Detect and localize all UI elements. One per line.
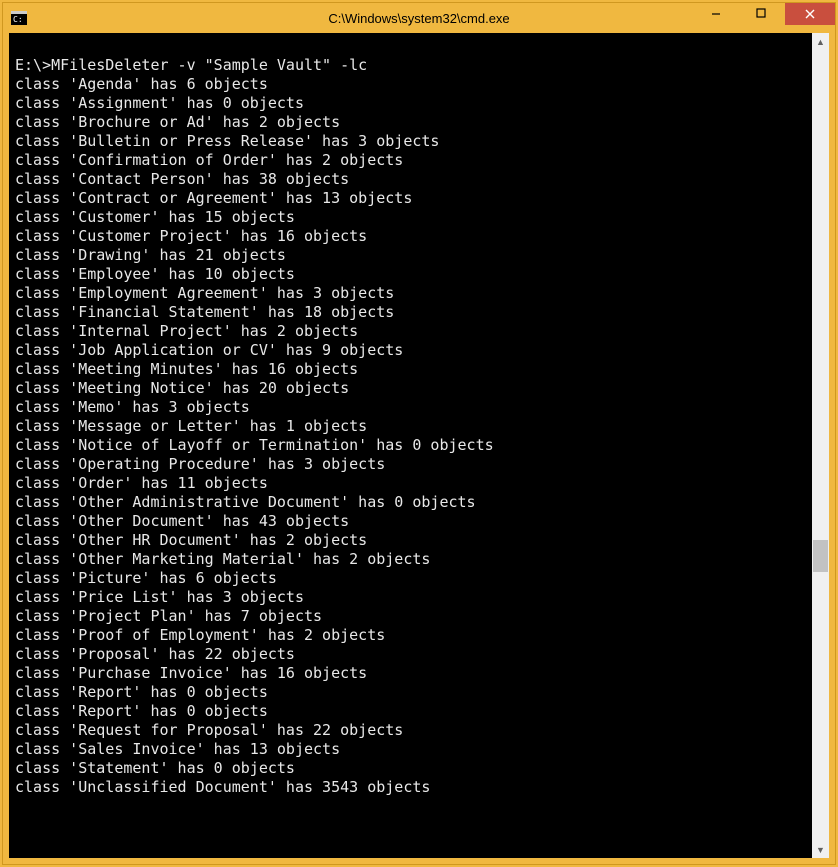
close-button[interactable] xyxy=(785,3,835,25)
cmd-icon: C: xyxy=(11,11,27,25)
scroll-track[interactable] xyxy=(812,50,829,841)
scroll-down-arrow-icon[interactable]: ▼ xyxy=(812,841,829,858)
minimize-button[interactable] xyxy=(693,3,739,25)
console-output[interactable]: E:\>MFilesDeleter -v "Sample Vault" -lc … xyxy=(9,33,812,858)
maximize-button[interactable] xyxy=(739,3,785,25)
scroll-thumb[interactable] xyxy=(813,540,828,572)
cmd-window: C: C:\Windows\system32\cmd.exe E:\>MFile… xyxy=(2,2,836,865)
titlebar[interactable]: C: C:\Windows\system32\cmd.exe xyxy=(3,3,835,33)
svg-text:C:: C: xyxy=(13,15,23,24)
vertical-scrollbar[interactable]: ▲ ▼ xyxy=(812,33,829,858)
window-controls xyxy=(693,3,835,33)
console-area: E:\>MFilesDeleter -v "Sample Vault" -lc … xyxy=(9,33,829,858)
scroll-up-arrow-icon[interactable]: ▲ xyxy=(812,33,829,50)
